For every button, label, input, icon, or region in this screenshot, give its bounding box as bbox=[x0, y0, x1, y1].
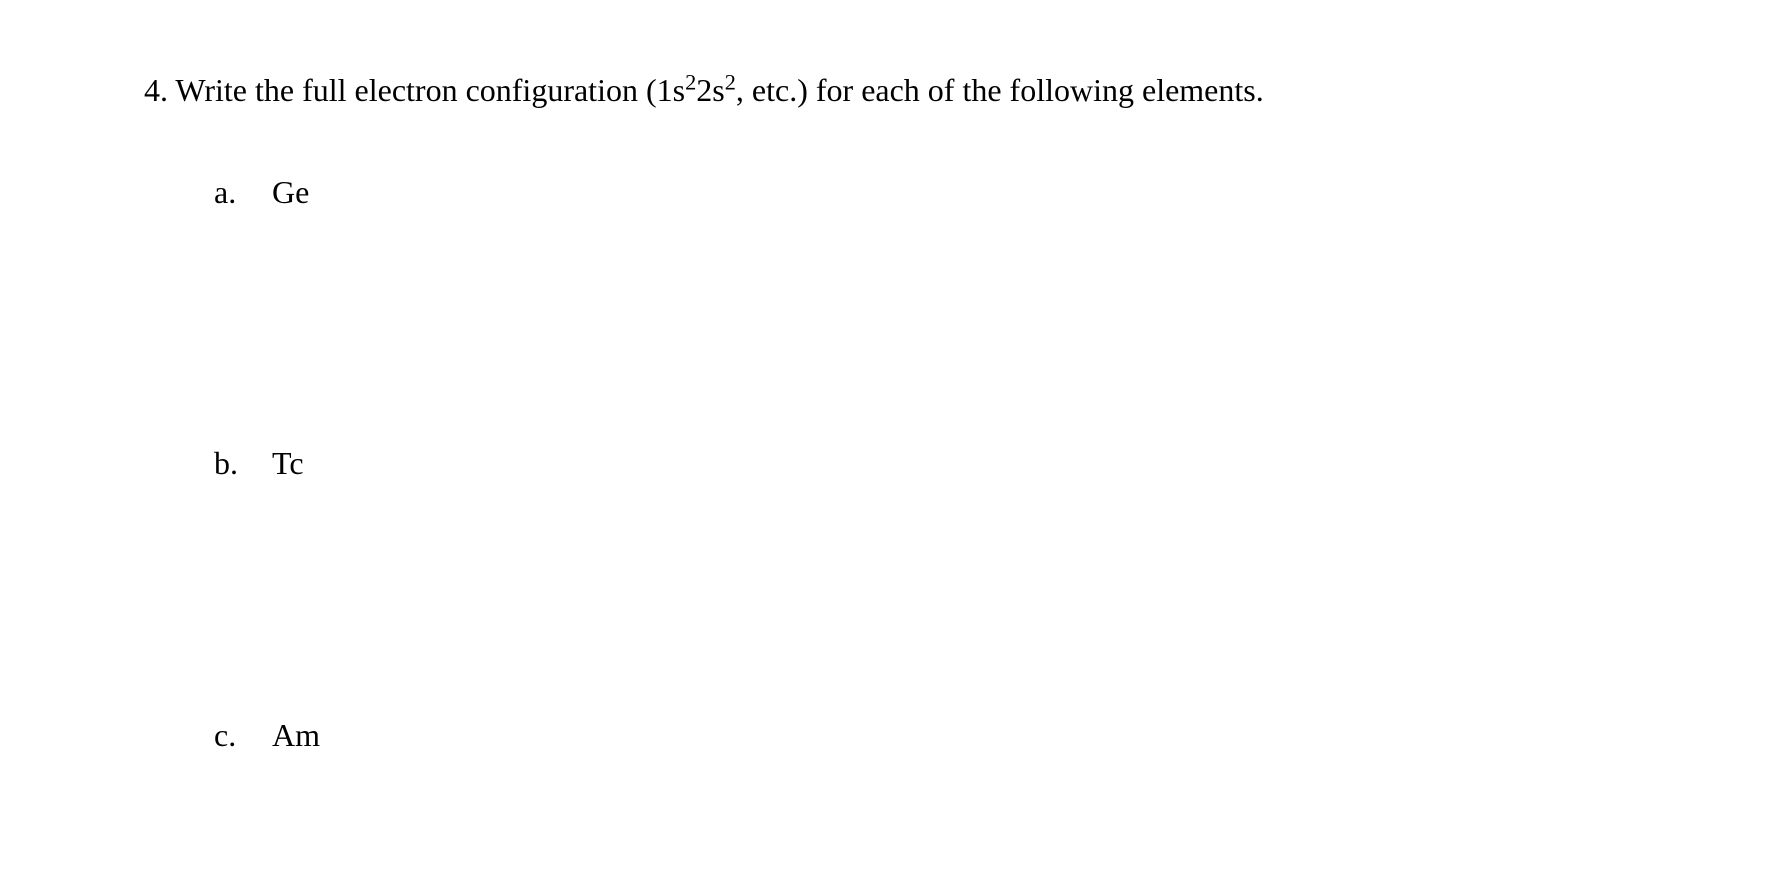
question-number: 4. bbox=[144, 72, 168, 108]
question-part2: 2s bbox=[696, 72, 724, 108]
list-item: b. Tc bbox=[144, 443, 1785, 485]
item-letter-a: a. bbox=[214, 172, 264, 214]
list-item: c. Am bbox=[144, 715, 1785, 757]
question-sup2: 2 bbox=[725, 69, 736, 94]
document-content: 4. Write the full electron configuration… bbox=[0, 0, 1785, 756]
item-symbol-am: Am bbox=[272, 715, 320, 757]
question-sup1: 2 bbox=[685, 69, 696, 94]
question-part3: , etc.) for each of the following elemen… bbox=[736, 72, 1264, 108]
item-symbol-ge: Ge bbox=[272, 172, 309, 214]
list-item: a. Ge bbox=[144, 172, 1785, 214]
question-text: 4. Write the full electron configuration… bbox=[144, 70, 1785, 112]
item-letter-c: c. bbox=[214, 715, 264, 757]
item-symbol-tc: Tc bbox=[272, 443, 304, 485]
item-letter-b: b. bbox=[214, 443, 264, 485]
question-part1: Write the full electron configuration (1… bbox=[168, 72, 685, 108]
